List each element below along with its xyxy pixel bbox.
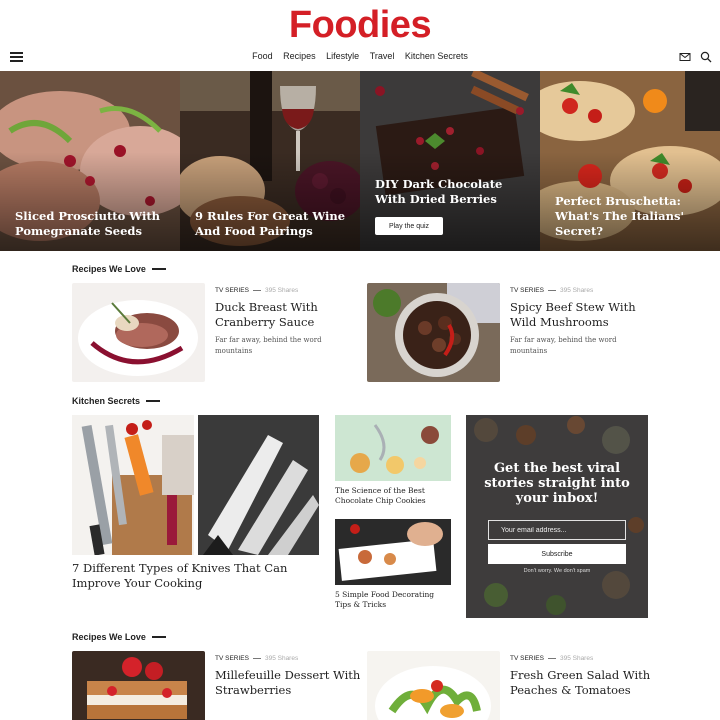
card-excerpt: Far far away, behind the word mountains <box>215 336 322 355</box>
share-count: 395 Shares <box>559 287 594 294</box>
section-label-recipes-we-love: Recipes We Love <box>72 632 166 642</box>
recipe-card[interactable]: TV SERIES 395 Shares Duck Breast With Cra… <box>72 283 362 383</box>
beef-stew-image[interactable] <box>367 283 500 382</box>
recipe-card[interactable]: TV SERIES 395 Shares Fresh Green Salad Wi… <box>367 651 657 720</box>
knives-image[interactable] <box>72 415 319 555</box>
hero-title[interactable]: Sliced Prosciutto With Pomegranate Seeds <box>15 209 170 239</box>
nav-recipes[interactable]: Recipes <box>283 51 316 61</box>
card-title[interactable]: Fresh Green Salad With Peaches & Tomatoe… <box>510 668 660 698</box>
hero-tile-chocolate[interactable]: DIY Dark Chocolate With Dried Berries Pl… <box>360 71 540 251</box>
card-title[interactable]: Spicy Beef Stew With Wild Mushrooms <box>510 300 660 330</box>
hero-grid: Sliced Prosciutto With Pomegranate Seeds… <box>0 71 720 251</box>
newsletter-signup: Get the best viral stories straight into… <box>466 415 648 618</box>
hero-title[interactable]: 9 Rules For Great Wine And Food Pairings <box>195 209 350 239</box>
category-label[interactable]: TV SERIES <box>215 287 249 294</box>
duck-breast-image[interactable] <box>72 283 205 382</box>
site-logo[interactable]: Foodies <box>0 4 720 47</box>
hero-tile-prosciutto[interactable]: Sliced Prosciutto With Pomegranate Seeds <box>0 71 180 251</box>
email-field[interactable] <box>488 520 626 540</box>
card-title[interactable]: Millefeuille Dessert With Strawberries <box>215 668 365 698</box>
share-count: 395 Shares <box>264 287 299 294</box>
article-title-knives[interactable]: 7 Different Types of Knives That Can Imp… <box>72 561 312 591</box>
newsletter-title: Get the best viral stories straight into… <box>484 461 630 506</box>
section-label-recipes-we-love: Recipes We Love <box>72 264 166 274</box>
section-label-kitchen-secrets: Kitchen Secrets <box>72 396 160 406</box>
nav-kitchen-secrets[interactable]: Kitchen Secrets <box>405 51 468 61</box>
nav-food[interactable]: Food <box>252 51 273 61</box>
article-card-decorating[interactable]: 5 Simple Food Decorating Tips & Tricks <box>335 519 451 610</box>
recipe-card[interactable]: TV SERIES 395 Shares Millefeuille Dessert… <box>72 651 362 720</box>
food-decorating-image[interactable] <box>335 519 451 585</box>
recipe-card[interactable]: TV SERIES 395 Shares Spicy Beef Stew With… <box>367 283 657 383</box>
article-title[interactable]: 5 Simple Food Decorating Tips & Tricks <box>335 590 451 610</box>
green-salad-image[interactable] <box>367 651 500 720</box>
search-icon[interactable] <box>700 51 712 63</box>
mail-icon[interactable] <box>679 51 691 63</box>
article-title[interactable]: The Science of the Best Chocolate Chip C… <box>335 486 451 506</box>
category-label[interactable]: TV SERIES <box>510 655 544 662</box>
hero-tile-bruschetta[interactable]: Perfect Bruschetta: What's The Italians'… <box>540 71 720 251</box>
cookies-image[interactable] <box>335 415 451 481</box>
millefeuille-image[interactable] <box>72 651 205 720</box>
nav-lifestyle[interactable]: Lifestyle <box>326 51 359 61</box>
play-quiz-button[interactable]: Play the quiz <box>375 217 443 235</box>
card-excerpt: Far far away, behind the word mountains <box>510 336 617 355</box>
newsletter-note: Don't worry. We don't spam <box>523 568 591 574</box>
main-nav: Food Recipes Lifestyle Travel Kitchen Se… <box>0 51 720 61</box>
category-label[interactable]: TV SERIES <box>510 287 544 294</box>
share-count: 395 Shares <box>264 655 299 662</box>
hero-tile-wine[interactable]: 9 Rules For Great Wine And Food Pairings <box>180 71 360 251</box>
category-label[interactable]: TV SERIES <box>215 655 249 662</box>
hero-title[interactable]: Perfect Bruschetta: What's The Italians'… <box>555 194 710 239</box>
card-title[interactable]: Duck Breast With Cranberry Sauce <box>215 300 365 330</box>
subscribe-button[interactable]: Subscribe <box>488 544 626 564</box>
hero-title[interactable]: DIY Dark Chocolate With Dried Berries <box>375 177 530 207</box>
article-card-cookies[interactable]: The Science of the Best Chocolate Chip C… <box>335 415 451 506</box>
nav-travel[interactable]: Travel <box>370 51 395 61</box>
share-count: 395 Shares <box>559 655 594 662</box>
